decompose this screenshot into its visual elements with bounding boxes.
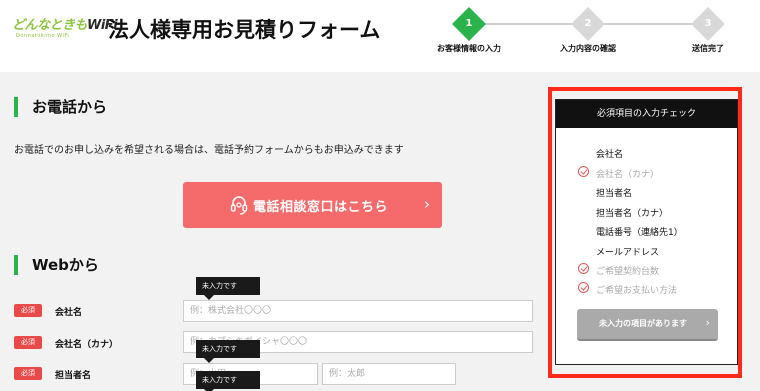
web-section-heading: Webから xyxy=(14,255,99,275)
check-circle-icon xyxy=(578,282,589,293)
step-3-label: 送信完了 xyxy=(692,44,724,53)
chevron-right-icon: › xyxy=(705,316,710,329)
field-label-company-kana: 会社名（カナ） xyxy=(55,340,119,350)
phone-section-description: お電話でのお申し込みを希望される場合は、電話予約フォームからもお申込みできます xyxy=(14,145,404,156)
required-badge: 必須 xyxy=(14,304,42,317)
phone-button-label: 電話相談窓口はこちら xyxy=(253,200,389,215)
page-title: 法人様専用お見積りフォーム xyxy=(108,18,381,42)
required-badge: 必須 xyxy=(14,367,42,380)
step-1-number: 1 xyxy=(465,18,473,29)
step-connector xyxy=(600,23,696,25)
field-label-contact: 担当者名 xyxy=(55,371,92,381)
phone-section-heading: お電話から xyxy=(14,97,107,117)
step-3-number: 3 xyxy=(704,18,712,29)
step-1-label: お客様情報の入力 xyxy=(437,44,501,53)
checklist-item: 担当者名（カナ） xyxy=(596,209,669,219)
checklist-item: 担当者名 xyxy=(596,189,633,199)
step-connector xyxy=(474,23,574,25)
progress-stepper: 1 お客様情報の入力 2 入力内容の確認 3 送信完了 xyxy=(430,7,760,62)
checklist-item: メールアドレス xyxy=(596,248,660,258)
page-header: どんなときもWiFi Donnatokimo WiFi 法人様専用お見積りフォー… xyxy=(0,0,760,72)
check-circle-icon xyxy=(578,263,589,274)
incomplete-fields-button[interactable]: 未入力の項目があります › xyxy=(577,309,718,341)
step-2-number: 2 xyxy=(584,18,592,29)
logo-wordmark: どんなときもWiFi xyxy=(12,18,118,33)
headset-icon xyxy=(230,196,248,215)
field-label-company: 会社名 xyxy=(55,308,83,318)
check-circle-icon xyxy=(578,166,589,177)
chevron-right-icon: › xyxy=(424,195,430,213)
contact-first-name-input[interactable] xyxy=(322,363,456,385)
phone-consultation-button[interactable]: 電話相談窓口はこちら › xyxy=(183,182,442,228)
logo-subtext: Donnatokimo WiFi xyxy=(16,33,70,39)
checklist-item: 電話番号（連絡先1） xyxy=(596,228,683,238)
error-tooltip: 未入力です xyxy=(196,277,260,300)
incomplete-button-label: 未入力の項目があります xyxy=(599,319,687,328)
brand-logo[interactable]: どんなときもWiFi Donnatokimo WiFi xyxy=(12,14,118,48)
checklist-item: ご希望お支払い方法 xyxy=(596,286,678,296)
checklist-item: ご希望契約台数 xyxy=(596,267,660,277)
error-tooltip: 未入力です xyxy=(196,340,260,363)
step-2-label: 入力内容の確認 xyxy=(560,44,616,53)
checklist-header: 必須項目の入力チェック xyxy=(556,100,737,128)
required-badge: 必須 xyxy=(14,336,42,349)
required-checklist-panel: 必須項目の入力チェック 会社名 会社名（カナ） 担当者名 担当者名（カナ） 電話… xyxy=(555,99,738,365)
checklist-item: 会社名（カナ） xyxy=(596,170,660,180)
error-tooltip: 未入力です xyxy=(196,371,260,391)
checklist-item: 会社名 xyxy=(596,150,624,160)
company-name-input[interactable] xyxy=(183,300,533,322)
